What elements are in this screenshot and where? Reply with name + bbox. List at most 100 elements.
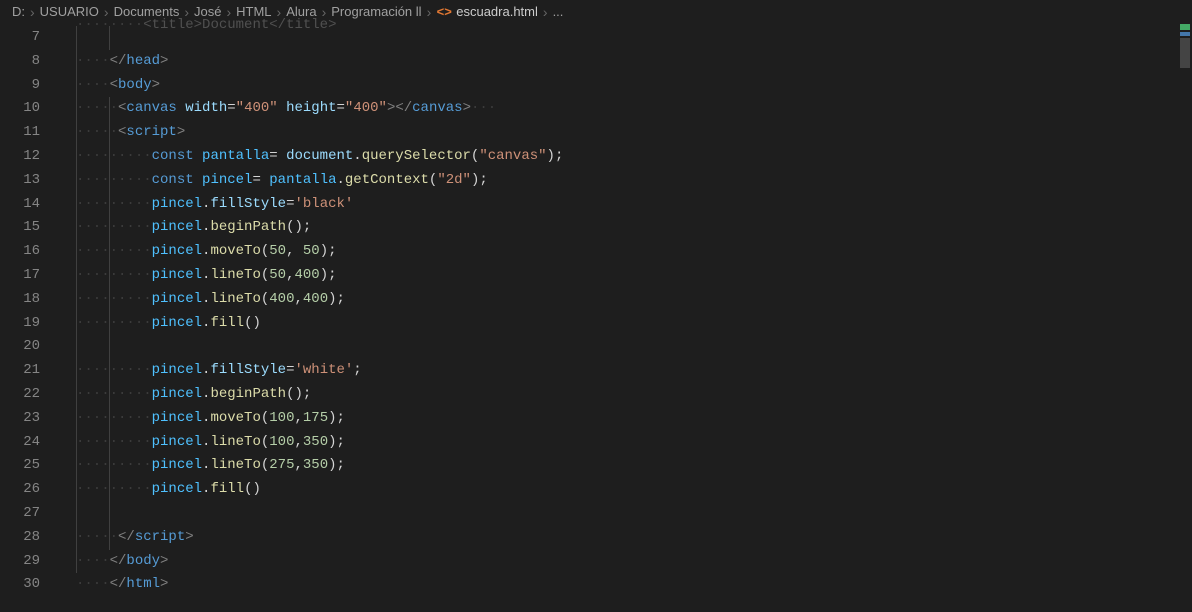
code-line[interactable]: ····</head>	[66, 50, 1178, 74]
token: ·····	[76, 172, 118, 188]
token: getContext	[345, 172, 429, 188]
token: moveTo	[210, 243, 260, 259]
indent-guide	[76, 193, 77, 217]
token: ·····	[76, 124, 118, 140]
breadcrumb-segment[interactable]: Programación ll	[331, 4, 421, 19]
code-line[interactable]: ·········const pantalla= document.queryS…	[66, 145, 1178, 169]
token: ····	[118, 410, 152, 426]
line-number: 17	[0, 264, 40, 288]
code-line[interactable]: ·········pincel.fill()	[66, 312, 1178, 336]
breadcrumb-file[interactable]: escuadra.html	[456, 4, 538, 19]
indent-guide	[76, 454, 77, 478]
chevron-right-icon: ›	[542, 4, 549, 20]
code-line[interactable]: ····</body>	[66, 550, 1178, 574]
code-line[interactable]: ·········pincel.fill()	[66, 478, 1178, 502]
breadcrumb-segment[interactable]: D:	[12, 4, 25, 19]
code-line[interactable]: ·········pincel.beginPath();	[66, 216, 1178, 240]
code-line[interactable]: ·········pincel.lineTo(50,400);	[66, 264, 1178, 288]
indent-guide	[109, 193, 110, 217]
token: 50	[303, 243, 320, 259]
token: beginPath	[210, 219, 286, 235]
code-line[interactable]: ·········pincel.beginPath();	[66, 383, 1178, 407]
minimap[interactable]	[1178, 22, 1192, 612]
token: ,	[295, 410, 303, 426]
token: ·····	[76, 529, 118, 545]
line-number: 7	[0, 26, 40, 50]
code-line[interactable]: ·········pincel.lineTo(400,400);	[66, 288, 1178, 312]
code-line[interactable]	[66, 502, 1178, 526]
token: pincel	[152, 243, 202, 259]
code-area[interactable]: ········<title>Document</title>····</hea…	[66, 22, 1178, 612]
token: pincel	[152, 196, 202, 212]
token: lineTo	[210, 267, 260, 283]
token: .	[353, 148, 361, 164]
code-line[interactable]: ····</html>	[66, 573, 1178, 597]
token: 350	[303, 457, 328, 473]
token: pantalla	[202, 148, 269, 164]
indent-guide	[109, 145, 110, 169]
token: 50	[269, 243, 286, 259]
breadcrumb-tail[interactable]: ...	[553, 4, 564, 19]
code-line[interactable]: ·····</script>	[66, 526, 1178, 550]
token: html	[126, 576, 160, 592]
code-line[interactable]: ·····<canvas width="400" height="400"></…	[66, 97, 1178, 121]
token: const	[152, 172, 194, 188]
token: ····	[118, 315, 152, 331]
code-line[interactable]: ·········pincel.fillStyle='black'	[66, 193, 1178, 217]
token: ·····	[76, 267, 118, 283]
token: lineTo	[210, 457, 260, 473]
token: 350	[303, 434, 328, 450]
token: 100	[269, 434, 294, 450]
token: );	[328, 434, 345, 450]
token: ,	[295, 434, 303, 450]
token: 400	[303, 291, 328, 307]
code-line[interactable]: ·········pincel.moveTo(50, 50);	[66, 240, 1178, 264]
code-editor[interactable]: 7891011121314151617181920212223242526272…	[0, 22, 1192, 612]
token: </	[110, 53, 127, 69]
code-line[interactable]: ·········pincel.lineTo(100,350);	[66, 431, 1178, 455]
indent-guide	[76, 169, 77, 193]
token: ·····	[76, 219, 118, 235]
token	[278, 100, 286, 116]
token: ,	[295, 457, 303, 473]
indent-guide	[76, 359, 77, 383]
line-number: 18	[0, 288, 40, 312]
token: fillStyle	[210, 196, 286, 212]
token: script	[135, 529, 185, 545]
line-number: 23	[0, 407, 40, 431]
token: >	[185, 529, 193, 545]
token: ·····	[76, 315, 118, 331]
token: =	[252, 172, 260, 188]
indent-guide	[76, 550, 77, 574]
indent-guide	[109, 312, 110, 336]
token: pincel	[202, 172, 252, 188]
indent-guide	[76, 121, 77, 145]
token: pincel	[152, 410, 202, 426]
token: 50	[269, 267, 286, 283]
token: </	[110, 576, 127, 592]
token: pantalla	[269, 172, 336, 188]
indent-guide	[76, 431, 77, 455]
token: =	[337, 100, 345, 116]
token: "400"	[236, 100, 278, 116]
code-line[interactable]: ·····<script>	[66, 121, 1178, 145]
indent-guide	[76, 216, 77, 240]
token: ,	[286, 267, 294, 283]
indent-guide	[109, 454, 110, 478]
indent-guide	[109, 121, 110, 145]
code-line[interactable]: ·········pincel.fillStyle='white';	[66, 359, 1178, 383]
token: ·····	[76, 243, 118, 259]
indent-guide	[76, 335, 77, 359]
token: 400	[269, 291, 294, 307]
token: pincel	[152, 386, 202, 402]
token: );	[328, 457, 345, 473]
code-line[interactable]: ····<body>	[66, 74, 1178, 98]
code-line[interactable]: ········<title>Document</title>	[66, 26, 1178, 50]
code-line[interactable]: ·········const pincel= pantalla.getConte…	[66, 169, 1178, 193]
code-line[interactable]: ·········pincel.moveTo(100,175);	[66, 407, 1178, 431]
token: "canvas"	[479, 148, 546, 164]
line-number: 21	[0, 359, 40, 383]
indent-guide	[109, 526, 110, 550]
code-line[interactable]: ·········pincel.lineTo(275,350);	[66, 454, 1178, 478]
code-line[interactable]	[66, 335, 1178, 359]
